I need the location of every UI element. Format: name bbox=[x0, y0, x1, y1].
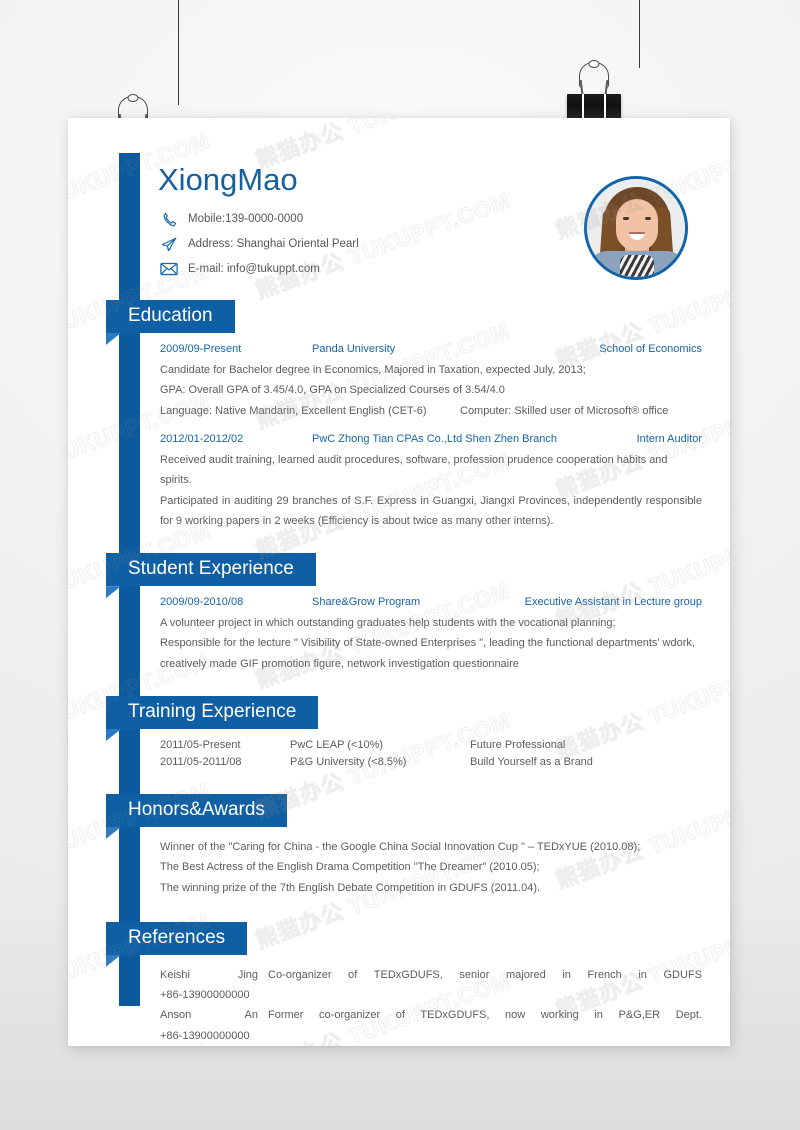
section-header-references: References bbox=[106, 921, 248, 955]
entry-role: Future Professional bbox=[470, 738, 566, 751]
reference-name: Keishi Jing bbox=[160, 965, 268, 985]
student-experience-body: 2009/09-2010/08 Share&Grow Program Execu… bbox=[160, 596, 702, 674]
section-honors-awards: Honors&Awards Winner of the "Caring for … bbox=[68, 793, 730, 898]
section-training-experience: Training Experience 2011/05-Present PwC … bbox=[68, 696, 730, 768]
resume-paper: 熊猫办公 TUKUPPT.COM熊猫办公 TUKUPPT.COM熊猫办公 TUK… bbox=[68, 118, 730, 1046]
education-entry-1-head: 2009/09-Present Panda University School … bbox=[160, 343, 702, 355]
honor-item: The Best Actress of the English Drama Co… bbox=[160, 861, 540, 874]
honors-awards-body: Winner of the "Caring for China - the Go… bbox=[160, 837, 702, 898]
training-row: 2011/05-Present PwC LEAP (<10%) Future P… bbox=[160, 739, 702, 751]
section-header-student-experience: Student Experience bbox=[106, 553, 316, 587]
honor-item: The winning prize of the 7th English Deb… bbox=[160, 881, 541, 894]
entry-date: 2012/01-2012/02 bbox=[160, 432, 244, 445]
clip-body-icon bbox=[567, 94, 621, 120]
section-header-training-experience: Training Experience bbox=[106, 696, 319, 729]
entry-org: PwC LEAP (<10%) bbox=[290, 738, 384, 751]
education-entry-1-line-2: GPA: Overall GPA of 3.45/4.0, GPA on Spe… bbox=[160, 384, 505, 397]
contact-list: Mobile:139-0000-0000 Address: Shanghai O… bbox=[158, 208, 359, 283]
contact-item-email: E-mail: info@tukuppt.com bbox=[158, 258, 359, 280]
contact-email-text: E-mail: info@tukuppt.com bbox=[188, 263, 320, 275]
reference-first-name: Keishi bbox=[160, 968, 190, 981]
entry-role: Build Yourself as a Brand bbox=[470, 755, 593, 768]
section-education: Education 2009/09-Present Panda Universi… bbox=[68, 300, 730, 531]
reference-item: Anson An Former co-organizer of TEDxGDUF… bbox=[160, 1005, 702, 1046]
reference-phone: +86-13900000000 bbox=[160, 989, 250, 1002]
reference-phone: +86-13900000000 bbox=[160, 1029, 250, 1042]
reference-item: Keishi Jing Co-organizer of TEDxGDUFS, s… bbox=[160, 965, 702, 1006]
entry-role: Intern Auditor bbox=[636, 432, 702, 445]
contact-item-mobile: Mobile:139-0000-0000 bbox=[158, 208, 359, 230]
section-header-education: Education bbox=[106, 300, 235, 333]
entry-role: Executive Assistant in Lecture group bbox=[524, 596, 702, 609]
contact-address-text: Address: Shanghai Oriental Pearl bbox=[188, 238, 359, 250]
section-header-honors-awards: Honors&Awards bbox=[106, 793, 287, 827]
education-body: 2009/09-Present Panda University School … bbox=[160, 343, 702, 531]
entry-date: 2011/05-Present bbox=[160, 738, 241, 751]
language-text: Language: Native Mandarin, Excellent Eng… bbox=[160, 404, 427, 417]
entry-org: Share&Grow Program bbox=[312, 596, 421, 609]
education-entry-1-split-line: Language: Native Mandarin, Excellent Eng… bbox=[160, 401, 702, 421]
education-entry-2-line-1: Received audit training, learned audit p… bbox=[160, 453, 668, 487]
contact-mobile-text: Mobile:139-0000-0000 bbox=[188, 213, 304, 225]
student-entry-1-line-2: Responsible for the lecture " Visibility… bbox=[160, 637, 695, 670]
avatar-portrait-icon bbox=[587, 179, 685, 277]
student-entry-1-line-1: A volunteer project in which outstanding… bbox=[160, 617, 616, 630]
education-entry-1-line-1: Candidate for Bachelor degree in Economi… bbox=[160, 363, 586, 376]
education-entry-2-justified-1: Participated in auditing 29 branches of … bbox=[160, 494, 702, 527]
computer-text: Computer: Skilled user of Microsoft® off… bbox=[460, 404, 669, 417]
reference-description: Co-organizer of TEDxGDUFS, senior majore… bbox=[268, 968, 702, 981]
reference-first-name: Anson bbox=[160, 1009, 192, 1022]
training-row: 2011/05-2011/08 P&G University (<8.5%) B… bbox=[160, 756, 702, 768]
envelope-icon bbox=[158, 261, 180, 278]
training-experience-body: 2011/05-Present PwC LEAP (<10%) Future P… bbox=[160, 739, 702, 768]
hanging-string-right bbox=[639, 0, 640, 68]
education-entry-2-head: 2012/01-2012/02 PwC Zhong Tian CPAs Co.,… bbox=[160, 433, 702, 445]
section-student-experience: Student Experience 2009/09-2010/08 Share… bbox=[68, 553, 730, 674]
hanging-string-left bbox=[178, 0, 179, 105]
avatar bbox=[584, 176, 688, 280]
reference-name: Anson An bbox=[160, 1005, 268, 1025]
reference-last-name: Jing bbox=[237, 968, 258, 981]
entry-role: School of Economics bbox=[599, 342, 702, 355]
entry-date: 2011/05-2011/08 bbox=[160, 755, 242, 768]
phone-icon bbox=[158, 211, 180, 228]
section-references: References Keishi Jing Co-organizer of T… bbox=[68, 921, 730, 1046]
student-entry-1-head: 2009/09-2010/08 Share&Grow Program Execu… bbox=[160, 596, 702, 608]
entry-date: 2009/09-2010/08 bbox=[160, 596, 244, 609]
entry-org: P&G University (<8.5%) bbox=[290, 755, 407, 768]
page-title: XiongMao bbox=[158, 162, 298, 197]
contact-item-address: Address: Shanghai Oriental Pearl bbox=[158, 233, 359, 255]
honor-item: Winner of the "Caring for China - the Go… bbox=[160, 840, 641, 853]
reference-description: Former co-organizer of TEDxGDUFS, now wo… bbox=[268, 1009, 702, 1022]
references-body: Keishi Jing Co-organizer of TEDxGDUFS, s… bbox=[160, 965, 702, 1046]
entry-org: Panda University bbox=[312, 342, 396, 355]
reference-last-name: An bbox=[244, 1009, 258, 1022]
paper-plane-icon bbox=[158, 236, 180, 253]
entry-date: 2009/09-Present bbox=[160, 342, 242, 355]
entry-org: PwC Zhong Tian CPAs Co.,Ltd Shen Zhen Br… bbox=[312, 432, 557, 445]
